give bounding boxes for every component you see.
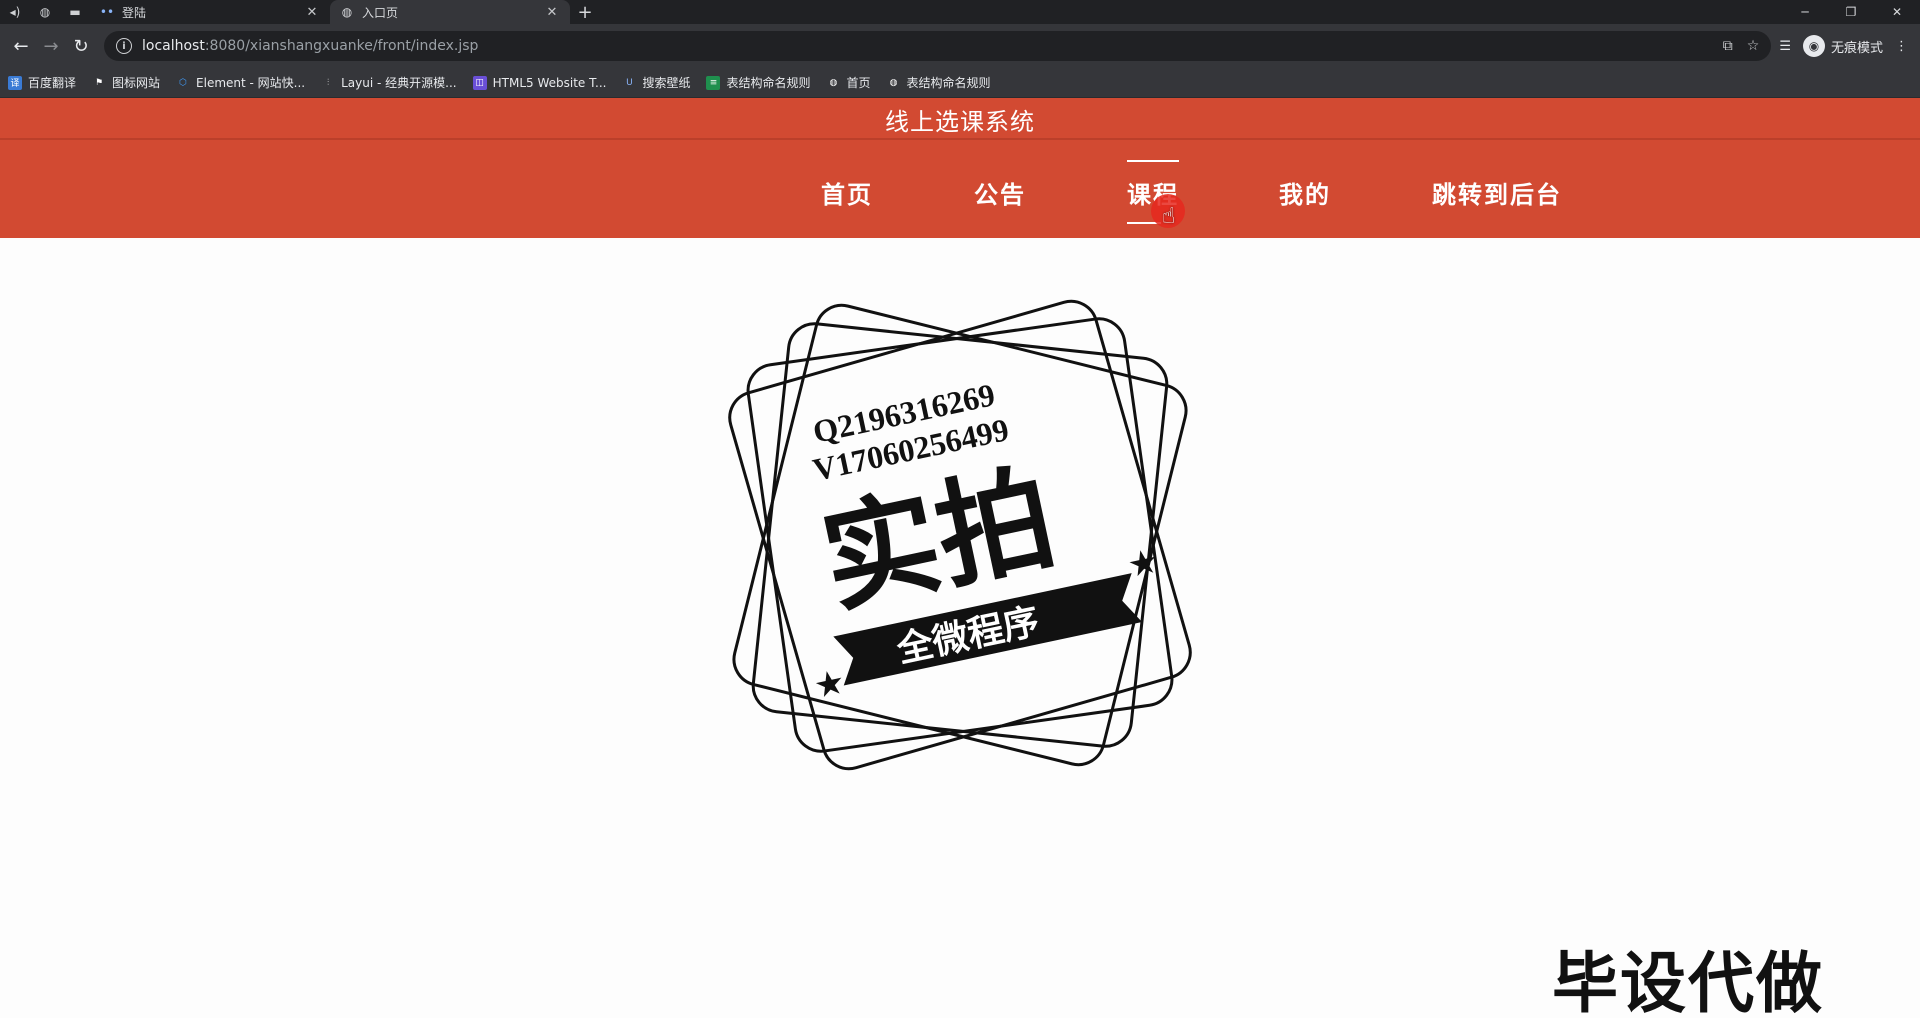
nav-mine[interactable]: 我的	[1279, 170, 1331, 220]
window-controls: ─ ❐ ✕	[1782, 0, 1920, 24]
bookmark-label: HTML5 Website T...	[492, 75, 607, 90]
bookmark-item[interactable]: ◍ 表结构命名规则	[887, 74, 991, 91]
nav-backend[interactable]: 跳转到后台	[1432, 170, 1562, 220]
close-window-icon[interactable]: ✕	[1874, 0, 1920, 24]
wallpaper-icon: U	[626, 77, 633, 88]
header-divider	[0, 138, 1920, 140]
nav-notice[interactable]: 公告	[974, 170, 1026, 220]
stamp-overlay: Q2196316269 V17060256499 实拍 全微程序 ★ ★	[728, 299, 1192, 771]
reload-icon[interactable]: ↻	[66, 31, 96, 61]
bookmark-label: 表结构命名规则	[906, 76, 991, 90]
tab-title: 入口页	[362, 5, 399, 20]
restore-icon[interactable]: ❐	[1828, 0, 1874, 24]
bookmark-label: 百度翻译	[28, 76, 77, 90]
bookmark-item[interactable]: ≡ 表结构命名规则	[706, 74, 810, 91]
nav-home[interactable]: 首页	[821, 170, 873, 220]
flag-icon: ⚑	[94, 77, 104, 88]
address-bar[interactable]: i localhost :8080/xianshangxuanke/front/…	[104, 31, 1772, 61]
bookmark-item[interactable]: 译百度翻译	[8, 74, 76, 91]
bookmark-item[interactable]: ◫ HTML5 Website T...	[472, 75, 607, 90]
star-icon: ★	[1124, 541, 1162, 586]
bookmarks-bar: 译百度翻译 ⚑ 图标网站 ⬡ Element - 网站快... ⫶ Layui - 经…	[0, 68, 1920, 98]
star-icon[interactable]: ☆	[1747, 38, 1760, 54]
browser-tab-index[interactable]: ◍ 入口页 ✕	[330, 0, 570, 24]
url-path: :8080/xianshangxuanke/front/index.jsp	[204, 38, 479, 54]
browser-tab-login[interactable]: •• 登陆 ✕	[90, 0, 330, 24]
incognito-badge[interactable]: ◉ 无痕模式	[1802, 35, 1883, 57]
incognito-icon: ◉	[1802, 35, 1825, 57]
reading-list-icon[interactable]: ☰	[1779, 39, 1791, 54]
browser-toolbar: ← → ↻ i localhost :8080/xianshangxuanke/…	[0, 24, 1920, 68]
forward-arrow-icon[interactable]: →	[36, 31, 66, 61]
watermark-text: 毕设代做	[1552, 945, 1824, 1022]
bookmark-item[interactable]: ⫶ Layui - 经典开源模...	[321, 74, 457, 91]
main-nav: 首页 公告 课程 我的 跳转到后台	[0, 160, 1920, 224]
translate-icon: 译	[8, 75, 22, 90]
minimize-icon[interactable]: ─	[1782, 0, 1828, 24]
sheet-icon: ≡	[706, 75, 721, 90]
site-header: 线上选课系统 首页 公告 课程 我的 跳转到后台	[0, 98, 1920, 238]
site-title: 线上选课系统	[885, 108, 1035, 136]
bookmark-label: 首页	[846, 76, 871, 90]
tab-audio-icon[interactable]: ◂)	[0, 0, 30, 24]
bookmark-item[interactable]: U 搜索壁纸	[622, 74, 690, 91]
bookmark-label: 搜索壁纸	[642, 76, 691, 90]
window-icon[interactable]: ▬	[60, 0, 90, 24]
translate-icon[interactable]: ⧉	[1723, 38, 1733, 54]
globe-icon[interactable]: ◍	[30, 0, 60, 24]
new-tab-button[interactable]: +	[570, 0, 600, 24]
layui-icon: ⫶	[326, 77, 330, 88]
globe-icon: ◍	[889, 77, 898, 88]
element-icon: ⬡	[179, 77, 187, 88]
bookmark-item[interactable]: ⚑ 图标网站	[92, 74, 160, 91]
back-arrow-icon[interactable]: ←	[6, 31, 36, 61]
tab-title: 登陆	[122, 5, 147, 20]
bookmark-item[interactable]: ◍ 首页	[826, 74, 871, 91]
incognito-label: 无痕模式	[1830, 40, 1883, 56]
info-icon[interactable]: i	[116, 38, 132, 54]
bookmark-label: 图标网站	[112, 76, 161, 90]
browser-tab-bar: ◂) ◍ ▬ •• 登陆 ✕ ◍ 入口页 ✕ + ─ ❐ ✕	[0, 0, 1920, 24]
bookmark-label: Layui - 经典开源模...	[341, 76, 457, 90]
close-icon[interactable]: ✕	[304, 5, 320, 20]
globe-icon: ◍	[829, 77, 838, 88]
bookmark-label: 表结构命名规则	[726, 76, 811, 90]
bookmark-label: Element - 网站快...	[196, 76, 306, 90]
menu-kebab-icon[interactable]: ⋮	[1895, 39, 1908, 54]
bookmark-item[interactable]: ⬡ Element - 网站快...	[176, 74, 305, 91]
globe-icon: ◍	[341, 5, 353, 19]
html5-icon: ◫	[472, 75, 487, 90]
hand-cursor-icon: ☝	[1162, 204, 1176, 229]
dots-favicon-icon: ••	[99, 5, 115, 19]
close-icon[interactable]: ✕	[544, 5, 560, 20]
url-host: localhost	[142, 38, 205, 54]
